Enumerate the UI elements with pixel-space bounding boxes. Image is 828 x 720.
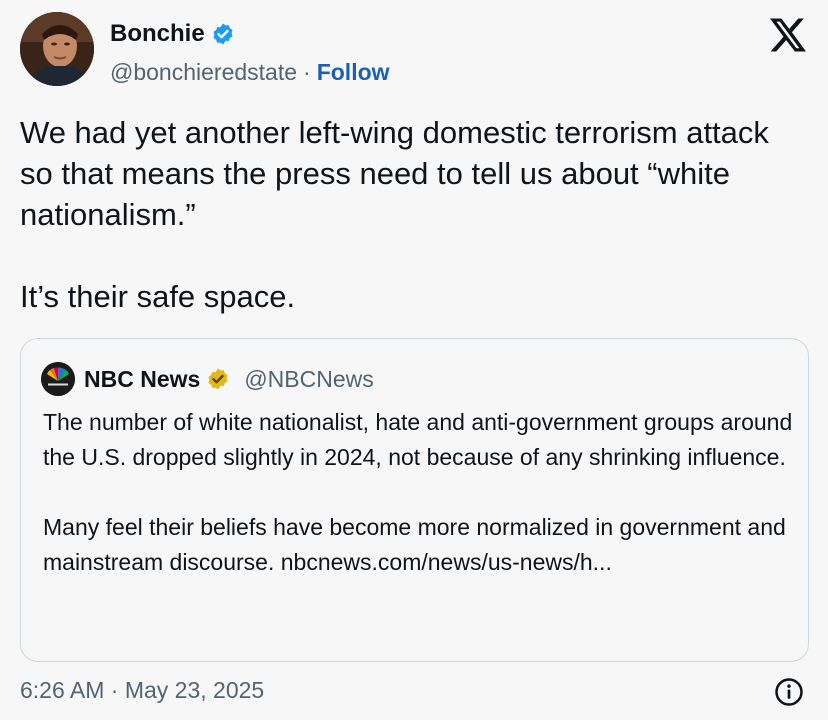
follow-button[interactable]: Follow: [317, 59, 390, 86]
tweet-card: Bonchie @bonchieredstate · Follow We had…: [0, 0, 828, 720]
nbc-peacock-logo: [41, 362, 75, 396]
quoted-paragraph: The number of white nationalist, hate an…: [43, 409, 793, 470]
author-handle[interactable]: @bonchieredstate: [110, 59, 297, 86]
quoted-author-handle[interactable]: @NBCNews: [244, 366, 373, 393]
gold-verified-badge-icon: [208, 368, 228, 390]
quoted-body: The number of white nationalist, hate an…: [43, 405, 793, 580]
quoted-paragraph: Many feel their beliefs have become more…: [43, 514, 786, 575]
tweet-body: We had yet another left-wing domestic te…: [20, 112, 810, 317]
verified-badge-icon: [213, 23, 233, 45]
author-name[interactable]: Bonchie: [110, 20, 205, 48]
tweet-paragraph: We had yet another left-wing domestic te…: [20, 115, 769, 232]
info-icon[interactable]: [774, 677, 804, 707]
quoted-author-name[interactable]: NBC News: [84, 366, 200, 393]
x-logo-icon[interactable]: [770, 18, 806, 52]
author-block: Bonchie @bonchieredstate · Follow: [110, 18, 390, 86]
separator-dot: ·: [303, 59, 311, 85]
avatar[interactable]: [20, 12, 94, 86]
tweet-paragraph: It’s their safe space.: [20, 279, 296, 314]
tweet-timestamp[interactable]: 6:26 AM · May 23, 2025: [20, 677, 264, 704]
quoted-header: NBC News @NBCNews: [41, 361, 374, 397]
quoted-tweet[interactable]: NBC News @NBCNews The number of white na…: [20, 338, 809, 662]
